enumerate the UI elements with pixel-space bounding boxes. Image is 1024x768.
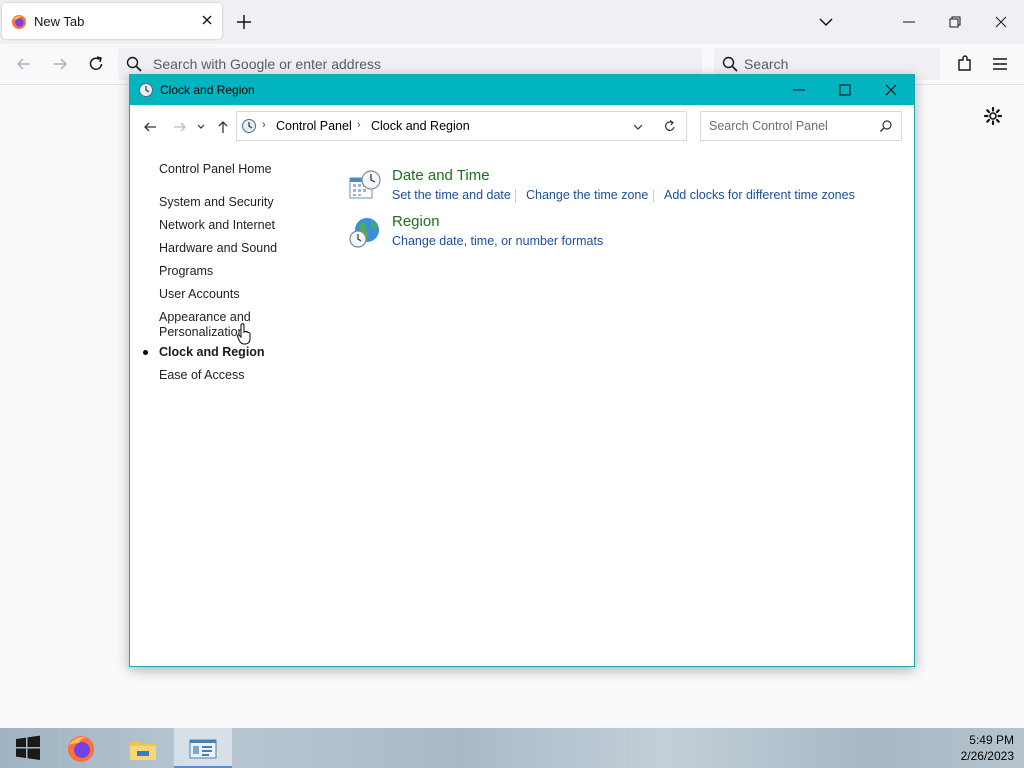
sidebar-item-system-and-security[interactable]: System and Security [159, 195, 299, 210]
minimize-button[interactable] [776, 75, 822, 105]
breadcrumb-separator-icon: › [262, 119, 266, 131]
close-button[interactable] [868, 75, 914, 105]
sidebar-item-programs[interactable]: Programs [159, 264, 299, 279]
control-panel-window: Clock and Region › Control Panel › Clock… [129, 74, 915, 667]
browser-tab-bar: New Tab [0, 0, 1024, 44]
start-icon [16, 735, 40, 760]
close-tab-icon[interactable] [198, 11, 216, 29]
category-sidebar: Control Panel Home System and Security N… [130, 149, 340, 649]
refresh-icon [665, 120, 675, 131]
search-icon [126, 56, 142, 72]
back-arrow-icon[interactable] [142, 119, 158, 135]
window-navigation-bar: › Control Panel › Clock and Region Searc… [130, 105, 914, 149]
refresh-button[interactable] [654, 111, 687, 141]
taskbar-control-panel[interactable] [174, 728, 232, 768]
link-separator [515, 189, 516, 203]
clock-time: 5:49 PM [969, 733, 1014, 747]
clock-date: 2/26/2023 [960, 749, 1014, 763]
system-clock[interactable]: 5:49 PM 2/26/2023 [961, 732, 1014, 764]
breadcrumb-separator-icon: › [357, 119, 361, 131]
browser-restore-icon[interactable] [943, 10, 967, 34]
change-formats-link[interactable]: Change date, time, or number formats [392, 234, 603, 248]
address-bar[interactable]: › Control Panel › Clock and Region [236, 111, 656, 141]
sidebar-item-hardware-and-sound[interactable]: Hardware and Sound [159, 241, 299, 256]
browser-minimize-icon[interactable] [897, 10, 921, 34]
tab-title: New Tab [34, 14, 85, 29]
taskbar-file-explorer[interactable] [114, 728, 170, 768]
link-separator [653, 189, 654, 203]
address-history-chevron-icon[interactable] [632, 121, 644, 133]
browser-close-icon[interactable] [989, 10, 1013, 34]
gear-icon[interactable] [983, 106, 1003, 126]
globe-clock-icon[interactable] [348, 215, 382, 249]
taskbar-firefox[interactable] [52, 728, 108, 768]
search-icon [880, 120, 892, 132]
back-arrow-icon[interactable] [14, 54, 34, 74]
clock-region-icon [139, 83, 153, 97]
hand-pointer-cursor-icon [237, 323, 251, 345]
window-title: Clock and Region [160, 83, 255, 97]
new-tab-plus-icon[interactable] [234, 12, 254, 32]
maximize-button[interactable] [822, 75, 868, 105]
close-icon [885, 84, 897, 96]
calendar-clock-icon[interactable] [348, 169, 382, 203]
control-panel-icon [189, 739, 217, 759]
list-all-tabs-chevron-icon[interactable] [816, 12, 836, 32]
sidebar-item-network-and-internet[interactable]: Network and Internet [159, 218, 299, 233]
breadcrumb-control-panel[interactable]: Control Panel [276, 119, 352, 133]
up-arrow-icon[interactable] [215, 119, 231, 135]
search-box-placeholder: Search [744, 56, 789, 72]
add-clocks-link[interactable]: Add clocks for different time zones [664, 188, 855, 202]
forward-arrow-icon[interactable] [50, 54, 70, 74]
start-button[interactable] [0, 728, 56, 768]
sidebar-item-clock-and-region[interactable]: Clock and Region [159, 345, 299, 360]
firefox-icon [68, 736, 94, 762]
date-and-time-title[interactable]: Date and Time [392, 167, 490, 184]
recent-locations-chevron-icon[interactable] [196, 119, 206, 135]
browser-tab-new-tab[interactable]: New Tab [2, 3, 222, 39]
breadcrumb-clock-and-region[interactable]: Clock and Region [371, 119, 470, 133]
firefox-icon [12, 15, 26, 29]
search-control-panel-input[interactable]: Search Control Panel [700, 111, 902, 141]
taskbar: 5:49 PM 2/26/2023 [0, 728, 1024, 768]
file-explorer-icon [130, 742, 156, 760]
current-item-bullet [143, 350, 148, 355]
window-title-bar[interactable]: Clock and Region [130, 75, 914, 105]
change-time-zone-link[interactable]: Change the time zone [526, 188, 648, 202]
reload-icon[interactable] [86, 54, 106, 74]
forward-arrow-icon[interactable] [172, 119, 188, 135]
sidebar-item-user-accounts[interactable]: User Accounts [159, 287, 299, 302]
hamburger-menu-icon[interactable] [990, 54, 1010, 74]
search-icon [722, 56, 738, 72]
maximize-icon [839, 84, 851, 96]
sidebar-item-control-panel-home[interactable]: Control Panel Home [159, 162, 299, 177]
minimize-icon [793, 89, 805, 91]
region-title[interactable]: Region [392, 213, 440, 230]
search-placeholder: Search Control Panel [709, 119, 828, 133]
url-bar-placeholder: Search with Google or enter address [153, 56, 382, 72]
sidebar-item-ease-of-access[interactable]: Ease of Access [159, 368, 299, 383]
set-time-and-date-link[interactable]: Set the time and date [392, 188, 511, 202]
control-panel-location-icon [242, 119, 256, 133]
extensions-puzzle-icon[interactable] [955, 54, 975, 74]
